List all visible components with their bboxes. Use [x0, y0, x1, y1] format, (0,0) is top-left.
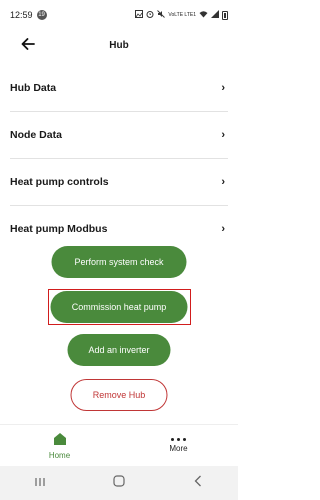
remove-hub-button[interactable]: Remove Hub: [70, 379, 168, 411]
notification-count-badge: 19: [36, 10, 47, 20]
hub-menu-list: Hub Data › Node Data › Heat pump control…: [0, 65, 238, 252]
alarm-icon: [146, 10, 154, 20]
menu-item-heat-pump-controls[interactable]: Heat pump controls ›: [10, 159, 228, 205]
wifi-icon: [199, 10, 208, 20]
home-icon: [53, 432, 67, 448]
chevron-right-icon: ›: [221, 223, 225, 235]
status-bar: 12:59 19 VoLTE LTE1: [0, 0, 238, 30]
more-dots-icon: [171, 438, 186, 441]
status-left: 12:59 19: [10, 10, 47, 20]
nav-more-label: More: [169, 444, 188, 453]
status-icons: VoLTE LTE1: [135, 10, 228, 20]
menu-item-hub-data[interactable]: Hub Data ›: [10, 65, 228, 111]
network-label: VoLTE LTE1: [168, 11, 196, 18]
commission-heat-pump-button[interactable]: Commission heat pump: [50, 291, 188, 323]
chevron-right-icon: ›: [221, 82, 225, 94]
back-button[interactable]: [18, 36, 38, 56]
chevron-right-icon: ›: [221, 129, 225, 141]
nav-home-label: Home: [48, 450, 71, 460]
arrow-left-icon: [21, 37, 35, 55]
status-time: 12:59: [10, 10, 33, 20]
add-inverter-button[interactable]: Add an inverter: [67, 334, 171, 366]
system-navigation-bar: [0, 466, 238, 500]
mute-icon: [157, 10, 166, 20]
menu-item-label: Heat pump controls: [10, 176, 109, 188]
recent-apps-icon: [34, 474, 46, 492]
nav-more[interactable]: More: [119, 425, 238, 466]
menu-item-node-data[interactable]: Node Data ›: [10, 112, 228, 158]
menu-item-label: Heat pump Modbus: [10, 223, 108, 235]
menu-item-label: Hub Data: [10, 82, 57, 94]
menu-item-label: Node Data: [10, 129, 62, 141]
battery-icon: [222, 10, 228, 20]
signal-icon: [211, 10, 219, 20]
photo-icon: [135, 10, 144, 20]
chevron-right-icon: ›: [221, 176, 225, 188]
recent-apps-button[interactable]: [20, 471, 60, 495]
home-circle-icon: [113, 474, 125, 492]
perform-system-check-button[interactable]: Perform system check: [51, 246, 187, 278]
app-header: Hub: [0, 30, 238, 60]
system-back-button[interactable]: [178, 471, 218, 495]
home-system-button[interactable]: [99, 471, 139, 495]
nav-home[interactable]: Home: [0, 425, 119, 466]
chevron-left-icon: [194, 474, 202, 492]
bottom-navigation: Home More: [0, 424, 238, 466]
